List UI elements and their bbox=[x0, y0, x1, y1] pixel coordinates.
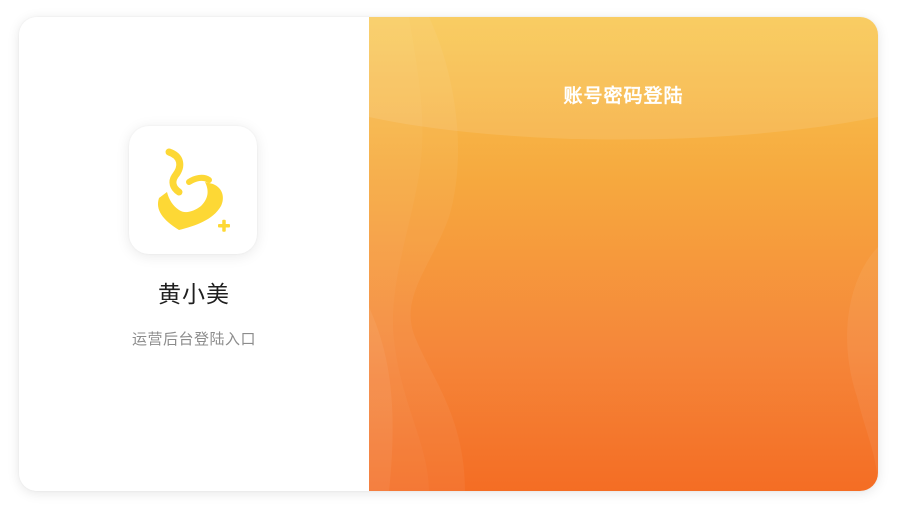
login-card: 黄小美 运营后台登陆入口 账号密码登陆 bbox=[19, 17, 878, 491]
login-title: 账号密码登陆 bbox=[563, 85, 684, 107]
login-panel: 账号密码登陆 bbox=[369, 17, 878, 491]
app-name: 黄小美 bbox=[158, 282, 230, 308]
app-subtitle: 运营后台登陆入口 bbox=[131, 330, 256, 348]
brand-panel: 黄小美 运营后台登陆入口 bbox=[19, 17, 369, 491]
page-background: 黄小美 运营后台登陆入口 账号密码登陆 bbox=[0, 0, 898, 512]
app-logo-tile bbox=[129, 126, 257, 254]
app-logo-icon bbox=[157, 148, 230, 232]
